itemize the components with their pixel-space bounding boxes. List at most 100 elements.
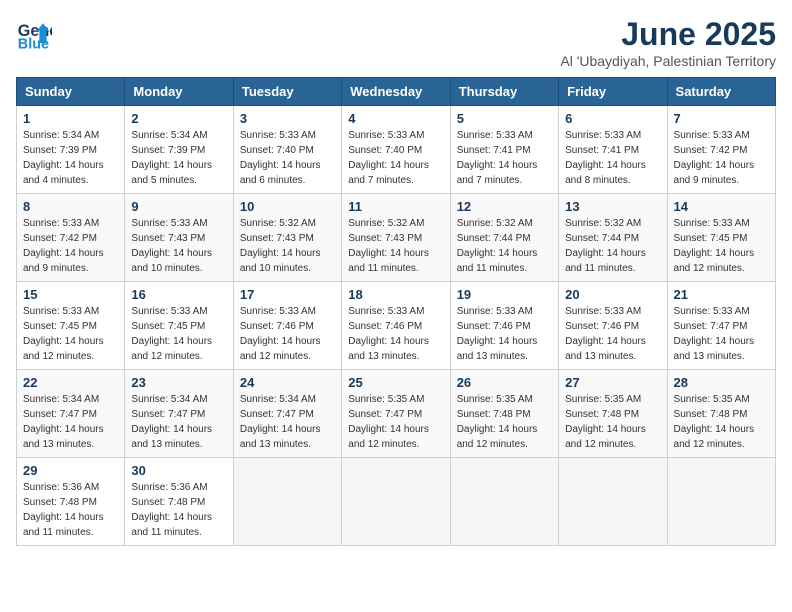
calendar-cell: 10 Sunrise: 5:32 AMSunset: 7:43 PMDayligh… <box>233 194 341 282</box>
logo: General Blue <box>16 16 52 52</box>
day-info: Sunrise: 5:33 AMSunset: 7:43 PMDaylight:… <box>131 216 226 276</box>
calendar-cell: 1 Sunrise: 5:34 AMSunset: 7:39 PMDaylight… <box>17 106 125 194</box>
day-number: 15 <box>23 287 118 302</box>
calendar-cell: 19 Sunrise: 5:33 AMSunset: 7:46 PMDayligh… <box>450 282 558 370</box>
calendar-cell <box>450 458 558 546</box>
calendar-cell: 20 Sunrise: 5:33 AMSunset: 7:46 PMDayligh… <box>559 282 667 370</box>
day-info: Sunrise: 5:35 AMSunset: 7:48 PMDaylight:… <box>565 392 660 452</box>
day-info: Sunrise: 5:33 AMSunset: 7:46 PMDaylight:… <box>348 304 443 364</box>
calendar-cell: 8 Sunrise: 5:33 AMSunset: 7:42 PMDaylight… <box>17 194 125 282</box>
day-info: Sunrise: 5:34 AMSunset: 7:39 PMDaylight:… <box>23 128 118 188</box>
col-header-saturday: Saturday <box>667 78 775 106</box>
calendar-cell: 14 Sunrise: 5:33 AMSunset: 7:45 PMDayligh… <box>667 194 775 282</box>
day-info: Sunrise: 5:33 AMSunset: 7:46 PMDaylight:… <box>457 304 552 364</box>
calendar-cell: 18 Sunrise: 5:33 AMSunset: 7:46 PMDayligh… <box>342 282 450 370</box>
calendar-cell: 22 Sunrise: 5:34 AMSunset: 7:47 PMDayligh… <box>17 370 125 458</box>
page-header: General Blue June 2025 Al 'Ubaydiyah, Pa… <box>16 16 776 69</box>
calendar-cell: 26 Sunrise: 5:35 AMSunset: 7:48 PMDayligh… <box>450 370 558 458</box>
day-info: Sunrise: 5:33 AMSunset: 7:45 PMDaylight:… <box>131 304 226 364</box>
day-info: Sunrise: 5:32 AMSunset: 7:43 PMDaylight:… <box>348 216 443 276</box>
calendar-cell: 27Sunrise: 5:35 AMSunset: 7:48 PMDayligh… <box>559 370 667 458</box>
day-info: Sunrise: 5:33 AMSunset: 7:46 PMDaylight:… <box>565 304 660 364</box>
col-header-monday: Monday <box>125 78 233 106</box>
day-number: 4 <box>348 111 443 126</box>
day-number: 30 <box>131 463 226 478</box>
day-info: Sunrise: 5:33 AMSunset: 7:47 PMDaylight:… <box>674 304 769 364</box>
day-number: 21 <box>674 287 769 302</box>
day-number: 17 <box>240 287 335 302</box>
day-number: 14 <box>674 199 769 214</box>
calendar-week-row: 15 Sunrise: 5:33 AMSunset: 7:45 PMDayligh… <box>17 282 776 370</box>
day-number: 6 <box>565 111 660 126</box>
day-number: 19 <box>457 287 552 302</box>
day-number: 12 <box>457 199 552 214</box>
day-number: 1 <box>23 111 118 126</box>
day-number: 10 <box>240 199 335 214</box>
day-info: Sunrise: 5:33 AMSunset: 7:40 PMDaylight:… <box>348 128 443 188</box>
calendar-cell: 13 Sunrise: 5:32 AMSunset: 7:44 PMDayligh… <box>559 194 667 282</box>
day-number: 11 <box>348 199 443 214</box>
calendar-week-row: 8 Sunrise: 5:33 AMSunset: 7:42 PMDaylight… <box>17 194 776 282</box>
location-title: Al 'Ubaydiyah, Palestinian Territory <box>560 53 776 69</box>
day-info: Sunrise: 5:34 AMSunset: 7:39 PMDaylight:… <box>131 128 226 188</box>
calendar-week-row: 22 Sunrise: 5:34 AMSunset: 7:47 PMDayligh… <box>17 370 776 458</box>
day-number: 28 <box>674 375 769 390</box>
day-number: 5 <box>457 111 552 126</box>
day-info: Sunrise: 5:34 AMSunset: 7:47 PMDaylight:… <box>240 392 335 452</box>
calendar-cell: 15Sunrise: 5:33 AMSunset: 7:45 PMDayligh… <box>17 282 125 370</box>
day-number: 24 <box>240 375 335 390</box>
day-number: 7 <box>674 111 769 126</box>
day-number: 23 <box>131 375 226 390</box>
calendar-cell: 24 Sunrise: 5:34 AMSunset: 7:47 PMDayligh… <box>233 370 341 458</box>
day-number: 9 <box>131 199 226 214</box>
calendar-cell: 28 Sunrise: 5:35 AMSunset: 7:48 PMDayligh… <box>667 370 775 458</box>
day-number: 8 <box>23 199 118 214</box>
col-header-sunday: Sunday <box>17 78 125 106</box>
day-info: Sunrise: 5:35 AMSunset: 7:47 PMDaylight:… <box>348 392 443 452</box>
day-info: Sunrise: 5:36 AMSunset: 7:48 PMDaylight:… <box>131 480 226 540</box>
calendar-cell: 17 Sunrise: 5:33 AMSunset: 7:46 PMDayligh… <box>233 282 341 370</box>
day-info: Sunrise: 5:34 AMSunset: 7:47 PMDaylight:… <box>23 392 118 452</box>
day-info: Sunrise: 5:33 AMSunset: 7:42 PMDaylight:… <box>674 128 769 188</box>
day-info: Sunrise: 5:33 AMSunset: 7:42 PMDaylight:… <box>23 216 118 276</box>
day-info: Sunrise: 5:32 AMSunset: 7:43 PMDaylight:… <box>240 216 335 276</box>
calendar-cell <box>667 458 775 546</box>
day-number: 20 <box>565 287 660 302</box>
calendar-cell: 5 Sunrise: 5:33 AMSunset: 7:41 PMDaylight… <box>450 106 558 194</box>
calendar-cell <box>342 458 450 546</box>
col-header-wednesday: Wednesday <box>342 78 450 106</box>
day-number: 18 <box>348 287 443 302</box>
day-number: 26 <box>457 375 552 390</box>
day-info: Sunrise: 5:33 AMSunset: 7:41 PMDaylight:… <box>457 128 552 188</box>
day-info: Sunrise: 5:32 AMSunset: 7:44 PMDaylight:… <box>565 216 660 276</box>
calendar-cell: 9 Sunrise: 5:33 AMSunset: 7:43 PMDaylight… <box>125 194 233 282</box>
day-info: Sunrise: 5:33 AMSunset: 7:46 PMDaylight:… <box>240 304 335 364</box>
col-header-thursday: Thursday <box>450 78 558 106</box>
calendar-cell: 6Sunrise: 5:33 AMSunset: 7:41 PMDaylight… <box>559 106 667 194</box>
logo-icon: General Blue <box>16 16 52 52</box>
day-number: 25 <box>348 375 443 390</box>
calendar-header-row: SundayMondayTuesdayWednesdayThursdayFrid… <box>17 78 776 106</box>
calendar-cell: 21 Sunrise: 5:33 AMSunset: 7:47 PMDayligh… <box>667 282 775 370</box>
calendar-cell: 30 Sunrise: 5:36 AMSunset: 7:48 PMDayligh… <box>125 458 233 546</box>
title-area: June 2025 Al 'Ubaydiyah, Palestinian Ter… <box>560 16 776 69</box>
day-number: 13 <box>565 199 660 214</box>
calendar-cell: 29Sunrise: 5:36 AMSunset: 7:48 PMDayligh… <box>17 458 125 546</box>
calendar-week-row: 29 Sunrise: 5:36 AMSunset: 7:48 PMDayligh… <box>17 458 776 546</box>
day-number: 22 <box>23 375 118 390</box>
day-number: 16 <box>131 287 226 302</box>
calendar-cell: 2Sunrise: 5:34 AMSunset: 7:39 PMDaylight… <box>125 106 233 194</box>
day-info: Sunrise: 5:35 AMSunset: 7:48 PMDaylight:… <box>457 392 552 452</box>
calendar-cell: 11 Sunrise: 5:32 AMSunset: 7:43 PMDayligh… <box>342 194 450 282</box>
calendar-cell: 25 Sunrise: 5:35 AMSunset: 7:47 PMDayligh… <box>342 370 450 458</box>
calendar-cell: 23Sunrise: 5:34 AMSunset: 7:47 PMDayligh… <box>125 370 233 458</box>
day-info: Sunrise: 5:33 AMSunset: 7:45 PMDaylight:… <box>674 216 769 276</box>
day-info: Sunrise: 5:35 AMSunset: 7:48 PMDaylight:… <box>674 392 769 452</box>
day-number: 3 <box>240 111 335 126</box>
calendar-cell: 4 Sunrise: 5:33 AMSunset: 7:40 PMDaylight… <box>342 106 450 194</box>
calendar-cell <box>559 458 667 546</box>
month-title: June 2025 <box>560 16 776 53</box>
day-number: 29 <box>23 463 118 478</box>
calendar-cell: 12Sunrise: 5:32 AMSunset: 7:44 PMDayligh… <box>450 194 558 282</box>
col-header-tuesday: Tuesday <box>233 78 341 106</box>
